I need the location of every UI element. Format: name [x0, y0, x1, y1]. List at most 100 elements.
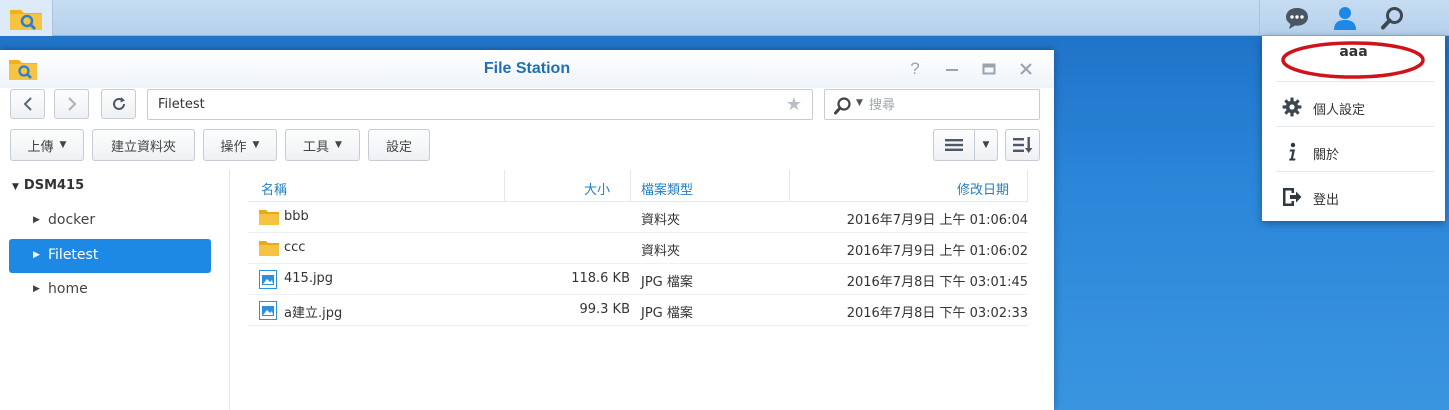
table-row[interactable]: a建立.jpg 99.3 KB JPG 檔案 2016年7月8日 下午 03:0… — [248, 295, 1028, 326]
view-options-dropdown[interactable]: ▼ — [974, 129, 998, 161]
taskbar-tray — [1259, 0, 1449, 36]
chevron-left-icon — [23, 97, 32, 111]
column-header-modified[interactable]: 修改日期 — [790, 170, 1028, 202]
search-icon[interactable] — [833, 96, 853, 116]
action-label: 操作 — [220, 139, 247, 155]
file-type: JPG 檔案 — [641, 275, 693, 290]
favorite-star-icon[interactable]: ★ — [786, 94, 802, 115]
caret-down-icon: ▼ — [982, 140, 990, 150]
tree-item-label: home — [48, 281, 88, 297]
window-titlebar[interactable]: File Station ? — [0, 50, 1054, 88]
info-icon — [1282, 142, 1302, 162]
user-button[interactable] — [1328, 1, 1362, 35]
file-name: bbb — [284, 209, 309, 224]
column-header-type[interactable]: 檔案類型 — [631, 170, 790, 202]
file-modified: 2016年7月8日 下午 03:01:45 — [846, 275, 1028, 290]
menu-item-label: 登出 — [1313, 193, 1340, 208]
file-type: 資料夾 — [641, 213, 681, 228]
caret-right-icon: ▶ — [33, 215, 40, 225]
minimize-icon — [946, 69, 958, 71]
tree-item-label: Filetest — [48, 247, 99, 263]
column-header-label: 修改日期 — [956, 183, 1009, 198]
menu-item-label: 個人設定 — [1313, 103, 1366, 118]
notifications-button[interactable] — [1280, 1, 1314, 35]
file-name: a建立.jpg — [284, 306, 343, 321]
minimize-button[interactable] — [941, 58, 963, 80]
column-header-label: 檔案類型 — [641, 183, 694, 198]
refresh-button[interactable] — [101, 89, 136, 119]
close-icon — [1020, 63, 1032, 75]
menu-divider — [1276, 171, 1434, 172]
tools-button[interactable]: 工具 ▼ — [285, 129, 360, 161]
file-type: 資料夾 — [641, 244, 681, 259]
table-row[interactable]: ccc 資料夾 2016年7月9日 上午 01:06:02 — [248, 233, 1028, 264]
user-icon — [1334, 7, 1356, 30]
maximize-icon — [982, 63, 996, 75]
back-button[interactable] — [10, 89, 45, 119]
caret-down-icon: ▼ — [252, 140, 260, 150]
action-button[interactable]: 操作 ▼ — [203, 129, 277, 161]
folder-tree: ▼ DSM415 ▶ docker ▶ Filetest ▶ home — [0, 170, 230, 410]
image-file-icon — [259, 301, 277, 320]
column-header-size[interactable]: 大小 — [505, 170, 631, 202]
tree-root-label: DSM415 — [23, 178, 85, 193]
file-type: JPG 檔案 — [641, 306, 693, 321]
menu-item-personal-settings[interactable]: 個人設定 — [1262, 85, 1445, 129]
column-header-name[interactable]: 名稱 — [248, 170, 505, 202]
search-button[interactable] — [1376, 1, 1410, 35]
tree-item-filetest[interactable]: ▶ Filetest — [9, 239, 211, 273]
upload-label: 上傳 — [27, 139, 54, 155]
sort-icon — [1012, 137, 1032, 153]
new-folder-button[interactable]: 建立資料夾 — [92, 129, 195, 161]
table-row[interactable]: bbb 資料夾 2016年7月9日 上午 01:06:04 — [248, 202, 1028, 233]
help-icon: ? — [910, 59, 920, 78]
file-modified: 2016年7月8日 下午 03:02:33 — [846, 306, 1028, 321]
maximize-button[interactable] — [978, 58, 1000, 80]
menu-divider — [1276, 126, 1434, 127]
tree-root-dsm415[interactable]: ▼ DSM415 — [12, 178, 84, 193]
settings-button[interactable]: 設定 — [368, 129, 430, 161]
user-menu: aaa 個人設定 關於 登出 — [1262, 36, 1445, 221]
tree-item-docker[interactable]: ▶ docker — [9, 204, 211, 238]
caret-down-icon: ▼ — [335, 140, 342, 150]
forward-button[interactable] — [54, 89, 89, 119]
search-box[interactable]: ▼ — [824, 89, 1040, 120]
folder-icon — [259, 241, 279, 256]
image-file-icon — [259, 270, 277, 289]
search-icon — [1381, 7, 1403, 30]
table-row[interactable]: 415.jpg 118.6 KB JPG 檔案 2016年7月8日 下午 03:… — [248, 264, 1028, 295]
taskbar-file-station-button[interactable] — [0, 0, 53, 36]
tree-item-home[interactable]: ▶ home — [9, 273, 211, 307]
file-name: ccc — [284, 240, 306, 255]
caret-right-icon: ▶ — [33, 284, 40, 294]
file-size: 118.6 KB — [571, 271, 630, 286]
column-header-label: 大小 — [583, 183, 610, 198]
refresh-icon — [112, 97, 125, 110]
file-name: 415.jpg — [284, 271, 334, 286]
tools-label: 工具 — [303, 139, 330, 155]
menu-item-label: 關於 — [1313, 148, 1340, 163]
upload-button[interactable]: 上傳 ▼ — [10, 129, 84, 161]
close-button[interactable] — [1015, 58, 1037, 80]
taskbar — [0, 0, 1449, 36]
path-text: Filetest — [158, 97, 205, 112]
sort-button[interactable] — [1005, 129, 1040, 161]
caret-right-icon: ▶ — [33, 250, 40, 260]
file-station-icon — [10, 10, 42, 31]
menu-item-logout[interactable]: 登出 — [1262, 175, 1445, 219]
column-header-label: 名稱 — [261, 183, 288, 198]
menu-item-about[interactable]: 關於 — [1262, 130, 1445, 174]
caret-down-icon: ▼ — [12, 182, 19, 192]
settings-label: 設定 — [385, 139, 412, 155]
caret-down-icon: ▼ — [59, 140, 67, 150]
list-view-button[interactable] — [933, 129, 975, 161]
chevron-right-icon — [67, 97, 76, 111]
folder-icon — [259, 210, 279, 225]
file-modified: 2016年7月9日 上午 01:06:04 — [846, 213, 1028, 228]
chat-bubble-icon — [1286, 8, 1308, 29]
help-button[interactable]: ? — [904, 58, 926, 80]
path-bar[interactable]: Filetest ★ — [147, 89, 813, 120]
search-options-caret-icon[interactable]: ▼ — [856, 98, 863, 108]
menu-username: aaa — [1339, 44, 1368, 60]
search-input[interactable] — [869, 95, 1029, 115]
